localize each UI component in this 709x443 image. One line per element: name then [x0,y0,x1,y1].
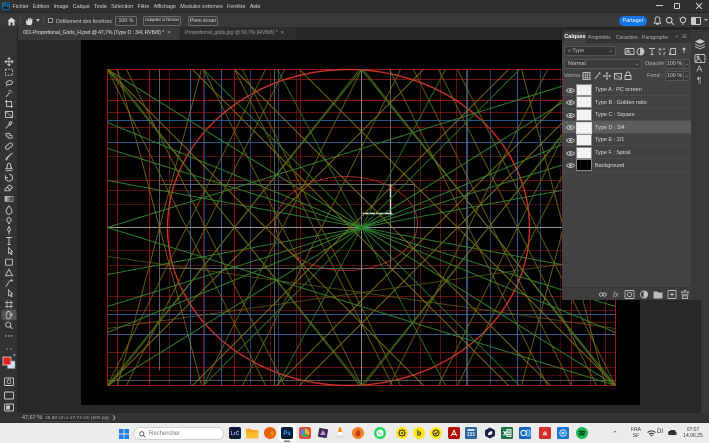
svg-text:a: a [543,431,547,438]
svg-text:A: A [697,64,703,74]
svg-text:Ps: Ps [283,431,291,437]
svg-text:fx: fx [613,292,619,299]
svg-text:LrC: LrC [231,431,240,437]
svg-text:¶: ¶ [697,76,701,85]
svg-text:b: b [417,431,421,438]
